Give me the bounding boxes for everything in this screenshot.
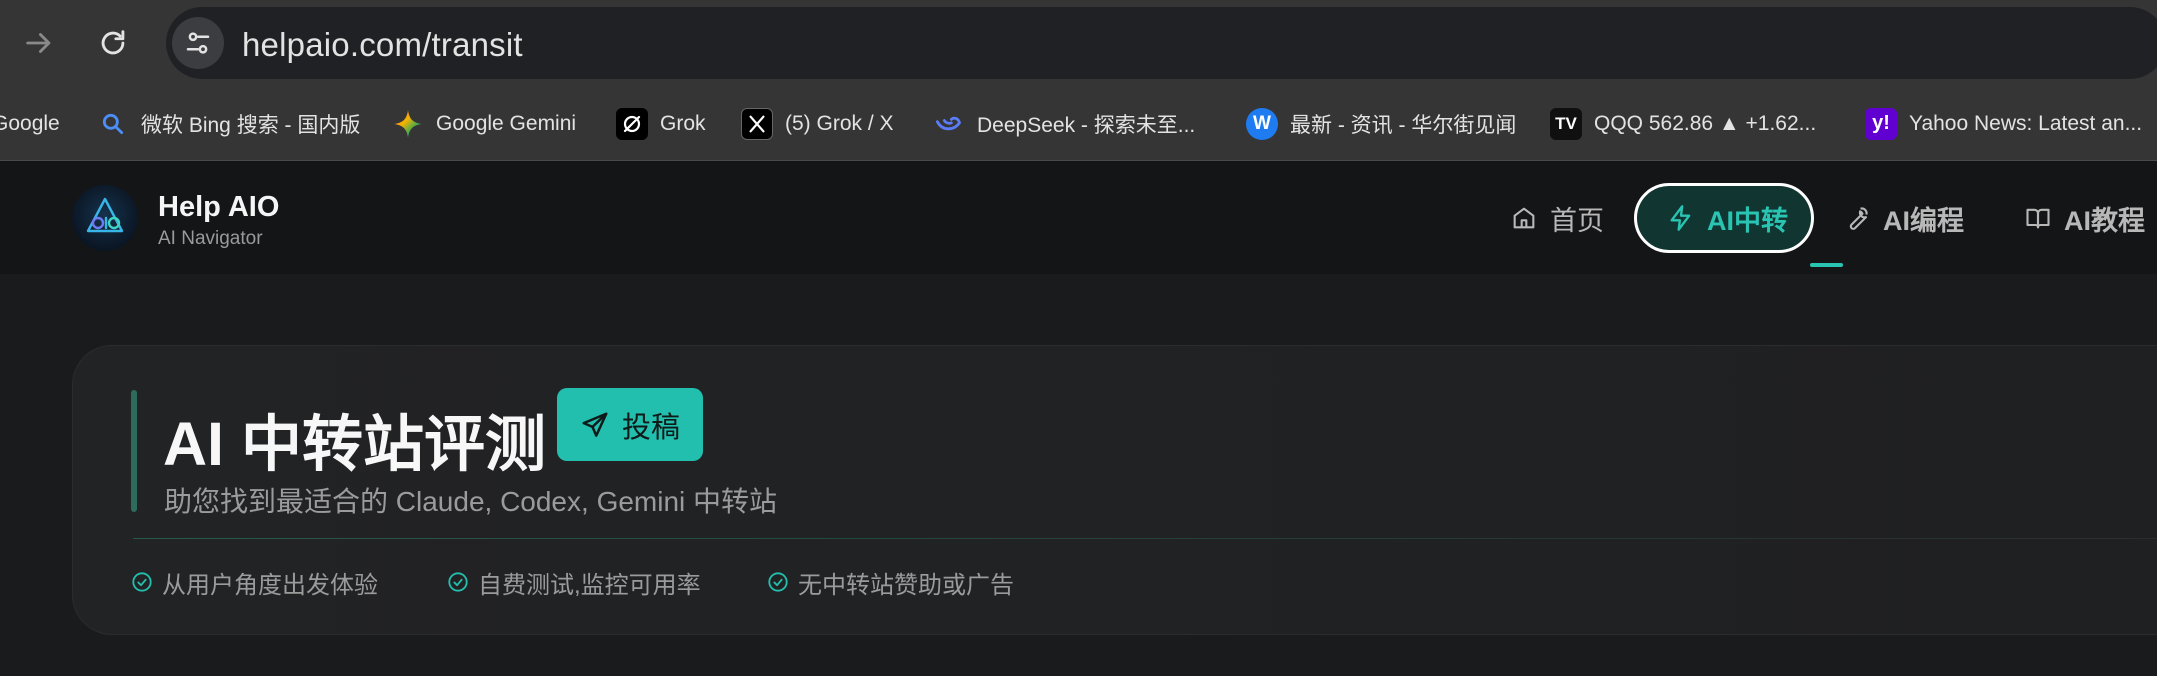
feature-item: 无中转站赞助或广告: [767, 562, 1014, 602]
bookmark-wallstreetcn[interactable]: W 最新 - 资讯 - 华尔街见闻: [1246, 86, 1517, 160]
site-info-button[interactable]: [172, 17, 224, 69]
send-icon: [582, 412, 608, 437]
bookmark-google[interactable]: Google: [0, 86, 60, 160]
bookmark-bing[interactable]: 微软 Bing 搜索 - 国内版: [97, 86, 361, 160]
feature-label: 无中转站赞助或广告: [798, 571, 1014, 599]
bookmark-label: QQQ 562.86 ▲ +1.62...: [1594, 111, 1817, 135]
bookmark-deepseek[interactable]: DeepSeek - 探索未至...: [933, 86, 1196, 160]
site-logo[interactable]: [72, 185, 138, 251]
feature-item: 自费测试,监控可用率: [447, 562, 701, 602]
lightning-icon: [1670, 205, 1691, 231]
feature-item: 从用户角度出发体验: [131, 562, 378, 602]
home-icon: [1513, 207, 1535, 229]
aio-logo-icon: [86, 197, 124, 233]
forward-button[interactable]: [13, 17, 65, 69]
search-icon: [97, 108, 129, 140]
nav-home-label: 首页: [1550, 205, 1604, 236]
grok-icon: [616, 107, 648, 140]
wallstreetcn-icon: W: [1246, 107, 1278, 140]
brand-name[interactable]: Help AIO: [158, 191, 279, 224]
nav-active-indicator: [1810, 263, 1843, 267]
bookmark-label: 微软 Bing 搜索 - 国内版: [141, 113, 361, 137]
bookmark-label: (5) Grok / X: [785, 111, 894, 135]
nav-tutorial[interactable]: AI教程: [2024, 183, 2145, 253]
check-circle-icon: [132, 572, 152, 592]
bookmark-label: Grok: [660, 111, 706, 135]
bookmark-label: DeepSeek - 探索未至...: [977, 113, 1196, 137]
brand-subtitle: AI Navigator: [158, 228, 263, 249]
url-text[interactable]: helpaio.com/transit: [242, 26, 523, 64]
reload-icon: [101, 30, 125, 55]
check-circle-icon: [448, 572, 468, 592]
wrench-icon: [1849, 207, 1868, 230]
bookmarks-bar: Google 微软 Bing 搜索 - 国内版: [0, 86, 2157, 161]
check-circle-icon: [768, 572, 788, 592]
bookmark-grok[interactable]: Grok: [616, 86, 706, 160]
bookmark-tradingview[interactable]: TV QQQ 562.86 ▲ +1.62...: [1550, 86, 1817, 160]
feature-label: 自费测试,监控可用率: [478, 571, 701, 599]
bookmark-grok-x[interactable]: (5) Grok / X: [741, 86, 894, 160]
bookmark-label: Yahoo News: Latest an...: [1909, 111, 2143, 135]
submit-label: 投稿: [621, 411, 680, 444]
arrow-right-icon: [26, 33, 51, 53]
x-icon: [741, 107, 773, 140]
address-bar[interactable]: helpaio.com/transit: [166, 7, 2157, 79]
hero-card: AI 中转站评测 投稿 助您找到最适合的 Claude, Codex, Gemi…: [72, 345, 2157, 635]
deepseek-icon: [933, 108, 965, 140]
nav-home[interactable]: 首页: [1510, 183, 1604, 253]
page-subtitle: 助您找到最适合的 Claude, Codex, Gemini 中转站: [164, 486, 778, 517]
yahoo-icon: y!: [1865, 107, 1897, 140]
book-icon: [2026, 208, 2050, 229]
bookmark-yahoo[interactable]: y! Yahoo News: Latest an...: [1865, 86, 2143, 160]
tune-icon: [186, 32, 210, 54]
bookmark-label: Google: [0, 111, 60, 135]
bookmark-label: 最新 - 资讯 - 华尔街见闻: [1290, 113, 1517, 137]
title-accent-bar: [131, 390, 137, 512]
browser-toolbar: helpaio.com/transit: [0, 0, 2157, 86]
hero-divider: [133, 538, 2157, 539]
bookmark-gemini[interactable]: Google Gemini: [392, 86, 577, 160]
feature-label: 从用户角度出发体验: [162, 571, 378, 599]
nav-coding-label: AI编程: [1883, 205, 1964, 236]
bookmark-label: Google Gemini: [436, 111, 577, 135]
page-title: AI 中转站评测: [163, 410, 546, 478]
nav-coding[interactable]: AI编程: [1843, 183, 1964, 253]
site-header: Help AIO AI Navigator 首页 AI中转 AI编程 AI教程: [0, 161, 2157, 274]
nav-transit[interactable]: AI中转: [1634, 183, 1814, 253]
nav-transit-label: AI中转: [1707, 205, 1788, 236]
reload-button[interactable]: [87, 17, 139, 69]
nav-tutorial-label: AI教程: [2064, 205, 2145, 236]
tradingview-icon: TV: [1550, 107, 1582, 140]
gemini-icon: [392, 108, 424, 140]
submit-button[interactable]: 投稿: [557, 388, 703, 461]
